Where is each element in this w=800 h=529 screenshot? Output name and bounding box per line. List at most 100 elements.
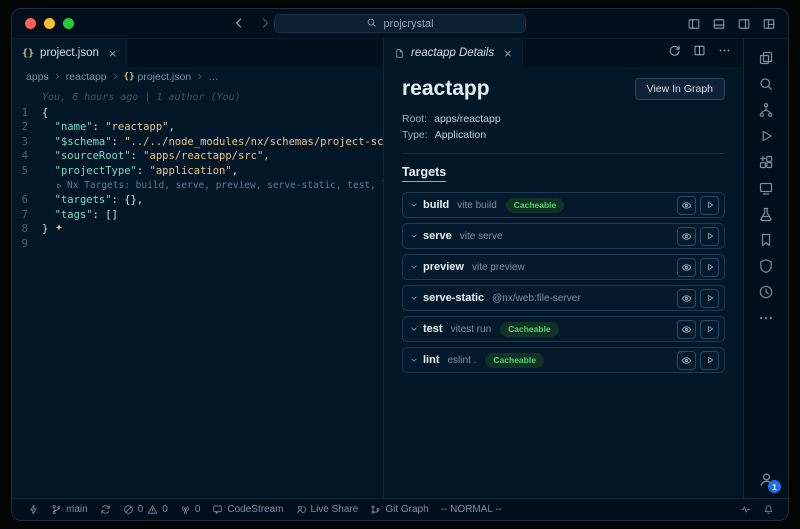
search-icon: [758, 76, 774, 92]
toggle-sidebar-left-icon[interactable]: [687, 17, 701, 36]
activity-files-button[interactable]: [744, 45, 788, 71]
view-target-details-button[interactable]: [677, 351, 696, 370]
breadcrumb-item[interactable]: …: [208, 71, 219, 83]
run-target-button[interactable]: [700, 196, 719, 215]
zoom-window-button[interactable]: [63, 18, 74, 29]
extensions-icon: [758, 154, 774, 170]
play-icon: [705, 293, 715, 303]
chevdown-icon: [409, 293, 419, 303]
target-name: build: [423, 199, 449, 211]
target-row-preview[interactable]: previewvite preview: [402, 254, 725, 280]
tower-icon: [180, 504, 191, 515]
run-target-button[interactable]: [700, 320, 719, 339]
run-target-button[interactable]: [700, 289, 719, 308]
view-target-details-button[interactable]: [677, 289, 696, 308]
remote-icon: [758, 180, 774, 196]
copilot-sparkle-icon[interactable]: [54, 223, 64, 233]
activity-fork-button[interactable]: [744, 97, 788, 123]
target-command: @nx/web:file-server: [492, 293, 581, 304]
activity-bookmark-button[interactable]: [744, 227, 788, 253]
line-number: 4: [12, 149, 42, 164]
toggle-sidebar-right-icon[interactable]: [737, 17, 751, 36]
run-target-button[interactable]: [700, 227, 719, 246]
activity-search-button[interactable]: [744, 71, 788, 97]
nx-project-details-panel: reactapp View In Graph Root:apps/reactap…: [384, 67, 743, 498]
status-codestream[interactable]: CodeStream: [206, 499, 289, 520]
beaker-icon: [758, 206, 774, 222]
close-tab-icon[interactable]: ×: [504, 47, 512, 60]
status-git-graph[interactable]: Git Graph: [364, 499, 434, 520]
activity-shield-button[interactable]: [744, 253, 788, 279]
targets-list: buildvite buildCacheableservevite servep…: [402, 192, 725, 373]
target-command: vite preview: [472, 262, 525, 273]
status-notifications[interactable]: [757, 504, 780, 515]
target-row-test[interactable]: testvitest runCacheable: [402, 316, 725, 342]
code-editor[interactable]: You, 6 hours ago | 1 author (You)1{2 "na…: [12, 86, 383, 498]
status-pulse[interactable]: [734, 504, 757, 515]
breadcrumb-item[interactable]: apps: [26, 71, 49, 83]
nx-targets-codelens[interactable]: Nx Targets: build, serve, preview, serve…: [42, 179, 383, 194]
eye-icon: [681, 293, 692, 304]
breadcrumb-item[interactable]: {}project.json: [124, 71, 192, 83]
navigate-forward-button[interactable]: [258, 16, 272, 35]
tab-project-json[interactable]: {} project.json ×: [12, 39, 127, 67]
activity-history-button[interactable]: [744, 279, 788, 305]
status-broadcast[interactable]: 0: [174, 499, 207, 520]
account-icon[interactable]: [744, 466, 788, 492]
activity-remote-button[interactable]: [744, 175, 788, 201]
navigate-back-button[interactable]: [232, 16, 246, 35]
line-number: 6: [12, 193, 42, 208]
view-in-graph-button[interactable]: View In Graph: [635, 78, 725, 100]
view-target-details-button[interactable]: [677, 196, 696, 215]
play-icon: [705, 200, 715, 210]
chevright-icon: [111, 72, 120, 81]
refresh-icon[interactable]: [668, 44, 681, 62]
tab-reactapp-details[interactable]: reactapp Details ×: [384, 39, 523, 67]
chevright-icon: [195, 72, 204, 81]
target-row-lint[interactable]: linteslint .Cacheable: [402, 347, 725, 373]
json-file-icon: {}: [22, 48, 34, 59]
view-target-details-button[interactable]: [677, 320, 696, 339]
status-sync[interactable]: [94, 499, 117, 520]
code-text: {: [42, 106, 48, 121]
bookmark-icon: [758, 232, 774, 248]
activity-debug-button[interactable]: [744, 123, 788, 149]
breadcrumb: apps reactapp {}project.json …: [12, 67, 383, 86]
status-remote[interactable]: [22, 499, 45, 520]
json-icon: {}: [124, 72, 135, 82]
toggle-panel-icon[interactable]: [712, 17, 726, 36]
play-icon: [705, 324, 715, 334]
activity-beaker-button[interactable]: [744, 201, 788, 227]
line-number: 7: [12, 208, 42, 223]
close-tab-icon[interactable]: ×: [109, 47, 117, 60]
view-target-details-button[interactable]: [677, 227, 696, 246]
status-git-branch[interactable]: main: [45, 499, 94, 520]
view-target-details-button[interactable]: [677, 258, 696, 277]
cacheable-badge: Cacheable: [506, 198, 565, 213]
more-actions-icon[interactable]: [718, 44, 731, 62]
eye-icon: [681, 200, 692, 211]
status-vim-mode[interactable]: -- NORMAL --: [435, 499, 508, 520]
customize-layout-icon[interactable]: [762, 17, 776, 36]
target-row-serve[interactable]: servevite serve: [402, 223, 725, 249]
command-center-search[interactable]: projcrystal: [274, 14, 526, 33]
close-window-button[interactable]: [25, 18, 36, 29]
target-row-build[interactable]: buildvite buildCacheable: [402, 192, 725, 218]
line-number: 9: [12, 237, 42, 252]
breadcrumb-item[interactable]: reactapp: [66, 71, 107, 83]
liveshare-icon: [296, 504, 307, 515]
run-target-button[interactable]: [700, 351, 719, 370]
minimize-window-button[interactable]: [44, 18, 55, 29]
split-editor-icon[interactable]: [693, 44, 706, 62]
code-line: You, 6 hours ago | 1 author (You): [12, 91, 383, 106]
activity-more-button[interactable]: [744, 305, 788, 331]
statusbar: main000CodeStreamLive ShareGit Graph-- N…: [12, 498, 788, 520]
project-type: Type:Application: [402, 127, 725, 143]
line-number: 5: [12, 164, 42, 179]
target-row-serve-static[interactable]: serve-static@nx/web:file-server: [402, 285, 725, 311]
activity-extensions-button[interactable]: [744, 149, 788, 175]
line-number: [12, 91, 42, 106]
status-live-share[interactable]: Live Share: [290, 499, 365, 520]
status-problems[interactable]: 00: [117, 499, 174, 520]
run-target-button[interactable]: [700, 258, 719, 277]
